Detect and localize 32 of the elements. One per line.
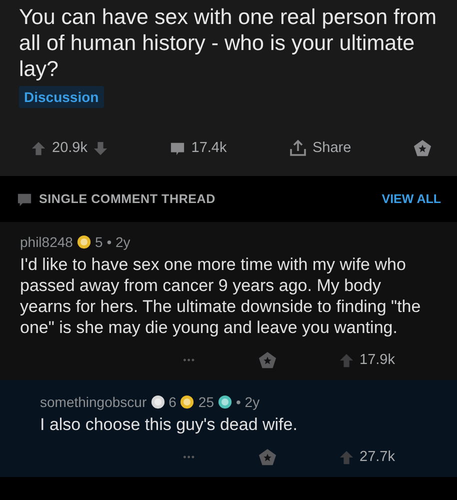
- thread-label: SINGLE COMMENT THREAD: [39, 192, 216, 206]
- comment-age: • 2y: [236, 394, 260, 410]
- comments-button[interactable]: 17.4k: [170, 140, 227, 156]
- comment-icon: [17, 192, 32, 206]
- award-icon: [180, 395, 194, 409]
- award-icon: [150, 395, 165, 409]
- award-icon: [76, 235, 91, 249]
- flair-tag[interactable]: Discussion: [19, 86, 104, 108]
- vote-count: 20.9k: [52, 140, 88, 156]
- comment-icon: [170, 140, 186, 156]
- downvote-icon[interactable]: [93, 140, 108, 156]
- award-icon[interactable]: [258, 448, 277, 466]
- comment-author[interactable]: phil8248: [20, 234, 73, 250]
- vote-count: 27.7k: [360, 449, 395, 465]
- comment-body: I'd like to have sex one more time with my wife who passed away from cancer 9 years ago. My body yearns for hers. The ultimate downside to finding "the one" is she may die young and leave you wanting.: [20, 254, 422, 338]
- award-count: 25: [198, 394, 214, 410]
- share-button[interactable]: Share: [288, 139, 352, 157]
- comment-body: I also choose this guy's dead wife.: [40, 414, 298, 435]
- comment-author[interactable]: somethingobscur: [40, 394, 147, 410]
- upvote-icon[interactable]: [338, 352, 354, 368]
- upvote-icon[interactable]: [31, 140, 46, 156]
- upvote-icon[interactable]: [338, 450, 354, 464]
- award-icon: [218, 395, 232, 409]
- share-icon: [288, 139, 306, 157]
- vote-count: 17.9k: [360, 352, 395, 368]
- award-icon[interactable]: [412, 138, 432, 158]
- post-title: You can have sex with one real person from all of human history - who is your ultimate lay?: [19, 4, 438, 82]
- award-icon[interactable]: [258, 350, 277, 370]
- view-all-link[interactable]: VIEW ALL: [382, 192, 441, 206]
- award-count: 6: [168, 394, 176, 410]
- award-count: 5: [94, 234, 103, 250]
- comment-age: • 2y: [106, 234, 130, 250]
